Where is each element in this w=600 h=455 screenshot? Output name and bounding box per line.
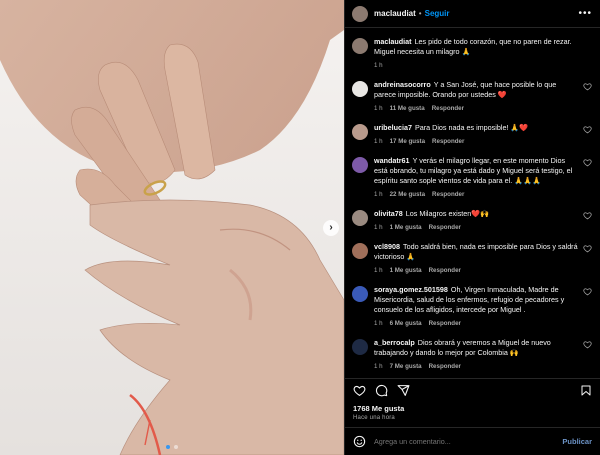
heart-icon[interactable] <box>583 287 592 296</box>
like-count[interactable]: 1768 Me gusta <box>345 402 600 413</box>
comment-username[interactable]: soraya.gomez.501598 <box>374 285 448 294</box>
reply-button[interactable]: Responder <box>429 267 461 274</box>
list-item: soraya.gomez.501598 Oh, Virgen Inmaculada… <box>345 285 600 329</box>
reply-button[interactable]: Responder <box>429 363 461 370</box>
caption: maclaudiat Les pido de todo corazón, que … <box>345 37 600 71</box>
like-icon[interactable] <box>353 384 366 397</box>
separator: • <box>418 9 422 18</box>
avatar[interactable] <box>352 243 368 259</box>
avatar[interactable] <box>352 157 368 173</box>
comment-list[interactable]: maclaudiat Les pido de todo corazón, que … <box>345 28 600 378</box>
comment-likes[interactable]: 6 Me gusta <box>390 320 422 327</box>
comment-username[interactable]: andreinasocorro <box>374 80 431 89</box>
comment-time[interactable]: 1 h <box>374 191 383 198</box>
comment-input[interactable] <box>374 437 563 446</box>
carousel-dot <box>174 445 178 449</box>
reply-button[interactable]: Responder <box>432 191 464 198</box>
comment-likes[interactable]: 22 Me gusta <box>390 191 425 198</box>
author-avatar[interactable] <box>352 5 368 22</box>
comment-time[interactable]: 1 h <box>374 320 383 327</box>
post-header: maclaudiat • Seguir ••• <box>345 0 600 28</box>
list-item: andreinasocorro Y a San José, que hace po… <box>345 80 600 114</box>
avatar[interactable] <box>352 339 368 355</box>
follow-button[interactable]: Seguir <box>425 9 450 18</box>
avatar[interactable] <box>352 286 368 302</box>
heart-icon[interactable] <box>583 82 592 91</box>
emoji-icon[interactable] <box>353 435 366 448</box>
comment-time[interactable]: 1 h <box>374 105 383 112</box>
list-item: uribelucia7 Para Dios nada es imposible! … <box>345 123 600 147</box>
comment-composer: Publicar <box>345 427 600 455</box>
action-bar <box>345 378 600 402</box>
more-icon[interactable]: ••• <box>578 8 592 19</box>
comment-username[interactable]: uribelucia7 <box>374 123 412 132</box>
share-icon[interactable] <box>397 384 410 397</box>
heart-icon[interactable] <box>583 340 592 349</box>
comment-username[interactable]: vcl8908 <box>374 242 400 251</box>
list-item: wandatr61 Y verás el milagro llegar, en e… <box>345 156 600 200</box>
comment-likes[interactable]: 11 Me gusta <box>390 105 425 112</box>
heart-icon[interactable] <box>583 125 592 134</box>
comment-text: Todo saldrá bien, nada es imposible para… <box>374 242 578 261</box>
list-item: a_berrocalp Dios obrará y veremos a Migue… <box>345 338 600 372</box>
comment-likes[interactable]: 1 Me gusta <box>390 224 422 231</box>
next-icon[interactable]: › <box>323 220 339 236</box>
comment-time[interactable]: 1 h <box>374 267 383 274</box>
comment-time[interactable]: 1 h <box>374 138 383 145</box>
avatar[interactable] <box>352 38 368 54</box>
reply-button[interactable]: Responder <box>429 320 461 327</box>
comment-icon[interactable] <box>375 384 388 397</box>
list-item: olivita78 Los Milagros existen❤️🙌 1 h 1 Me… <box>345 209 600 233</box>
comment-time[interactable]: 1 h <box>374 62 383 69</box>
heart-icon[interactable] <box>583 158 592 167</box>
publish-button[interactable]: Publicar <box>562 437 592 446</box>
post-time[interactable]: Hace una hora <box>345 413 600 427</box>
heart-icon[interactable] <box>583 211 592 220</box>
comment-username[interactable]: a_berrocalp <box>374 338 415 347</box>
comment-text: Los Milagros existen❤️🙌 <box>405 209 490 218</box>
post-photo[interactable]: › <box>0 0 344 455</box>
carousel-dot-active <box>166 445 170 449</box>
heart-icon[interactable] <box>583 244 592 253</box>
avatar[interactable] <box>352 81 368 97</box>
comment-likes[interactable]: 17 Me gusta <box>390 138 425 145</box>
comments-panel: maclaudiat • Seguir ••• maclaudiat Les pi… <box>344 0 600 455</box>
hands-photo <box>0 0 344 455</box>
comment-text: Para Dios nada es imposible! 🙏❤️ <box>414 123 529 132</box>
comment-time[interactable]: 1 h <box>374 363 383 370</box>
comment-username[interactable]: wandatr61 <box>374 156 410 165</box>
reply-button[interactable]: Responder <box>432 138 464 145</box>
comment-time[interactable]: 1 h <box>374 224 383 231</box>
avatar[interactable] <box>352 210 368 226</box>
comment-likes[interactable]: 7 Me gusta <box>390 363 422 370</box>
comment-username[interactable]: olivita78 <box>374 209 403 218</box>
post-modal: › maclaudiat • Seguir ••• maclaudiat Les … <box>0 0 600 455</box>
carousel-dots <box>0 445 344 449</box>
avatar[interactable] <box>352 124 368 140</box>
reply-button[interactable]: Responder <box>432 105 464 112</box>
comment-likes[interactable]: 1 Me gusta <box>390 267 422 274</box>
list-item: vcl8908 Todo saldrá bien, nada es imposib… <box>345 242 600 276</box>
author-username[interactable]: maclaudiat <box>374 9 416 18</box>
save-icon[interactable] <box>580 384 592 397</box>
comment-username[interactable]: maclaudiat <box>374 37 412 46</box>
reply-button[interactable]: Responder <box>429 224 461 231</box>
